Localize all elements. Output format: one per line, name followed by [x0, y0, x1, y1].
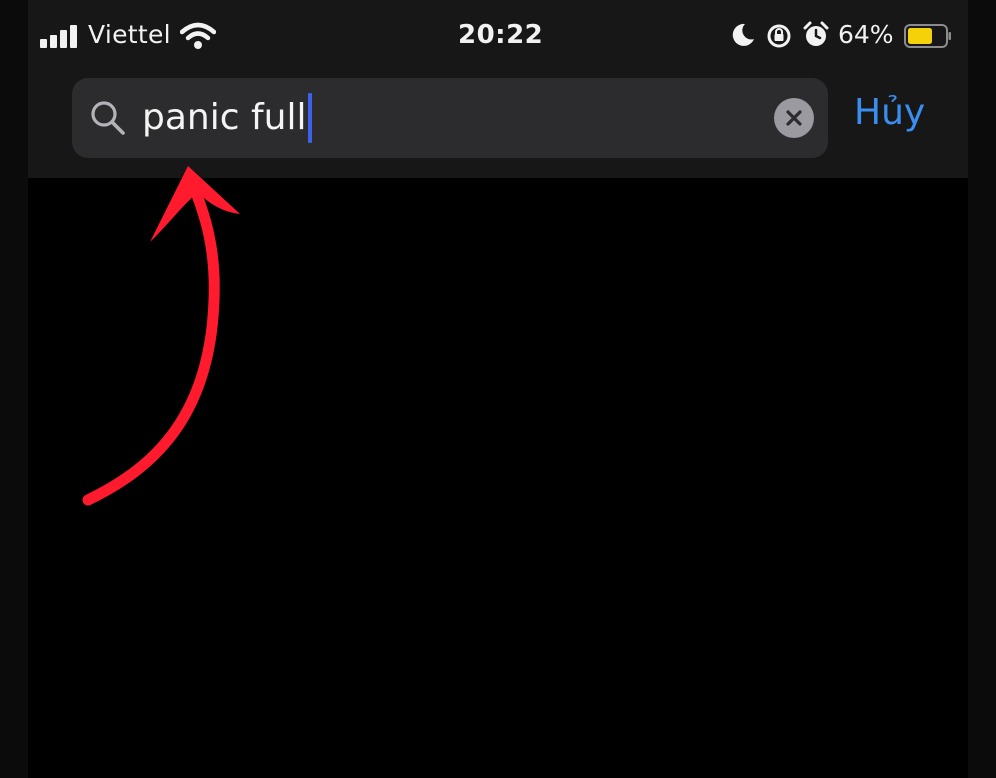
battery-icon — [904, 24, 951, 48]
status-time: 20:22 — [458, 20, 544, 50]
wifi-icon — [180, 22, 216, 49]
status-bar: Viettel 20:22 64% — [28, 0, 968, 70]
battery-percent: 64% — [838, 20, 894, 49]
clear-search-button[interactable] — [774, 98, 814, 138]
search-input[interactable]: panic full — [142, 93, 313, 143]
search-input-value: panic full — [142, 97, 307, 138]
moon-icon — [732, 23, 754, 46]
search-icon — [91, 101, 125, 135]
rotation-lock-icon — [767, 24, 791, 48]
header-area: Viettel 20:22 64% panic full Hủy — [28, 0, 968, 178]
carrier-name: Viettel — [88, 20, 171, 49]
text-cursor — [308, 93, 313, 143]
cancel-button[interactable]: Hủy — [854, 92, 925, 133]
alarm-icon — [803, 21, 829, 46]
search-field[interactable]: panic full — [72, 78, 828, 158]
phone-screen: Viettel 20:22 64% panic full Hủy — [28, 0, 968, 778]
signal-icon — [40, 24, 80, 48]
screenshot-frame: Viettel 20:22 64% panic full Hủy — [0, 0, 996, 778]
close-icon — [786, 110, 802, 126]
